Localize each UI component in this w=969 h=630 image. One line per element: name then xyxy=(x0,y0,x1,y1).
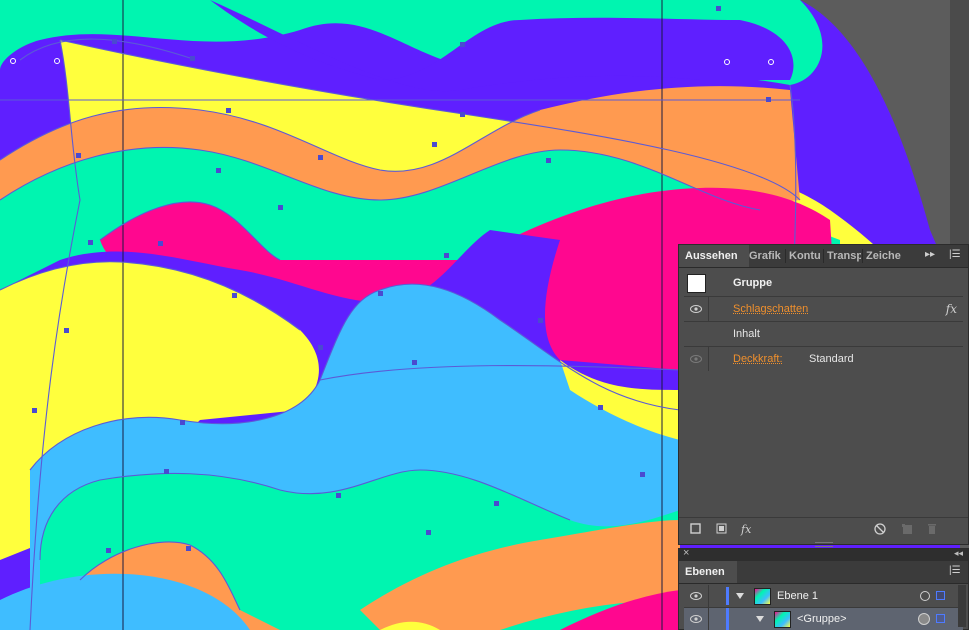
appearance-row-content[interactable]: Inhalt xyxy=(684,321,963,346)
panel-resize-grip[interactable] xyxy=(814,542,833,547)
duplicate-icon[interactable] xyxy=(901,523,913,537)
layer-color-bar xyxy=(726,587,729,605)
eye-icon-dim[interactable] xyxy=(690,354,702,364)
canvas-scrollbar xyxy=(950,0,969,244)
layer-name[interactable]: Ebene 1 xyxy=(777,585,818,607)
layers-scrollbar[interactable] xyxy=(958,585,966,627)
new-stroke-icon[interactable] xyxy=(690,523,701,537)
new-fill-icon[interactable] xyxy=(716,523,727,537)
expand-triangle-icon[interactable] xyxy=(756,616,764,622)
collapse-icon[interactable]: ◂◂ xyxy=(954,548,963,559)
layers-menu-icon[interactable]: |☰ xyxy=(949,565,961,576)
appearance-bottom-bar: fx xyxy=(679,517,968,547)
layer-row-ebene-1[interactable]: Ebene 1 xyxy=(684,585,963,607)
tab-grafik[interactable]: Grafik xyxy=(749,245,783,267)
tab-kontur[interactable]: Kontu xyxy=(789,245,822,267)
appearance-row-opacity[interactable]: Deckkraft: Standard xyxy=(684,346,963,371)
target-icon-active[interactable] xyxy=(918,613,930,625)
tab-zeichen[interactable]: Zeiche xyxy=(866,245,902,267)
tab-ebenen[interactable]: Ebenen xyxy=(679,561,737,583)
layer-row-gruppe[interactable]: <Gruppe> xyxy=(684,607,963,630)
opacity-value: Standard xyxy=(809,353,854,365)
fx-icon[interactable]: fx xyxy=(946,302,957,316)
object-type-label: Gruppe xyxy=(733,277,773,289)
panel-menu-icon[interactable]: |☰ xyxy=(949,249,961,260)
delete-icon[interactable] xyxy=(926,523,938,537)
tab-aussehen[interactable]: Aussehen xyxy=(679,245,749,267)
appearance-tabbar: Aussehen Grafik Kontu Transp Zeiche ▸▸ |… xyxy=(679,245,968,268)
layer-color-bar xyxy=(726,608,729,630)
appearance-panel: Aussehen Grafik Kontu Transp Zeiche ▸▸ |… xyxy=(678,244,969,547)
add-effect-icon[interactable]: fx xyxy=(741,523,751,537)
tab-transparenz[interactable]: Transp xyxy=(827,245,861,267)
appearance-row-effect[interactable]: Schlagschatten fx xyxy=(684,296,963,321)
layers-collapse-bar[interactable]: × ◂◂ xyxy=(679,547,968,561)
layers-panel: × ◂◂ Ebenen |☰ Ebene 1 <Gruppe> xyxy=(678,547,969,630)
target-icon[interactable] xyxy=(920,591,930,601)
content-label: Inhalt xyxy=(733,328,760,340)
selection-indicator[interactable] xyxy=(936,591,945,600)
opacity-link[interactable]: Deckkraft: xyxy=(733,347,783,371)
eye-icon[interactable] xyxy=(690,304,702,314)
group-thumbnail xyxy=(774,611,791,628)
layers-tabbar: Ebenen |☰ xyxy=(679,561,968,584)
layer-thumbnail xyxy=(754,588,771,605)
expand-triangle-icon[interactable] xyxy=(736,593,744,599)
effect-link-schlagschatten[interactable]: Schlagschatten xyxy=(733,297,808,321)
eye-icon[interactable] xyxy=(690,614,702,624)
object-thumbnail xyxy=(687,274,706,293)
clear-icon[interactable] xyxy=(874,523,886,537)
appearance-row-object[interactable]: Gruppe xyxy=(684,271,963,295)
close-icon[interactable]: × xyxy=(683,547,689,559)
group-name[interactable]: <Gruppe> xyxy=(797,608,847,630)
tab-overflow-icon[interactable]: ▸▸ xyxy=(925,249,935,260)
selection-indicator[interactable] xyxy=(936,614,945,623)
eye-icon[interactable] xyxy=(690,591,702,601)
